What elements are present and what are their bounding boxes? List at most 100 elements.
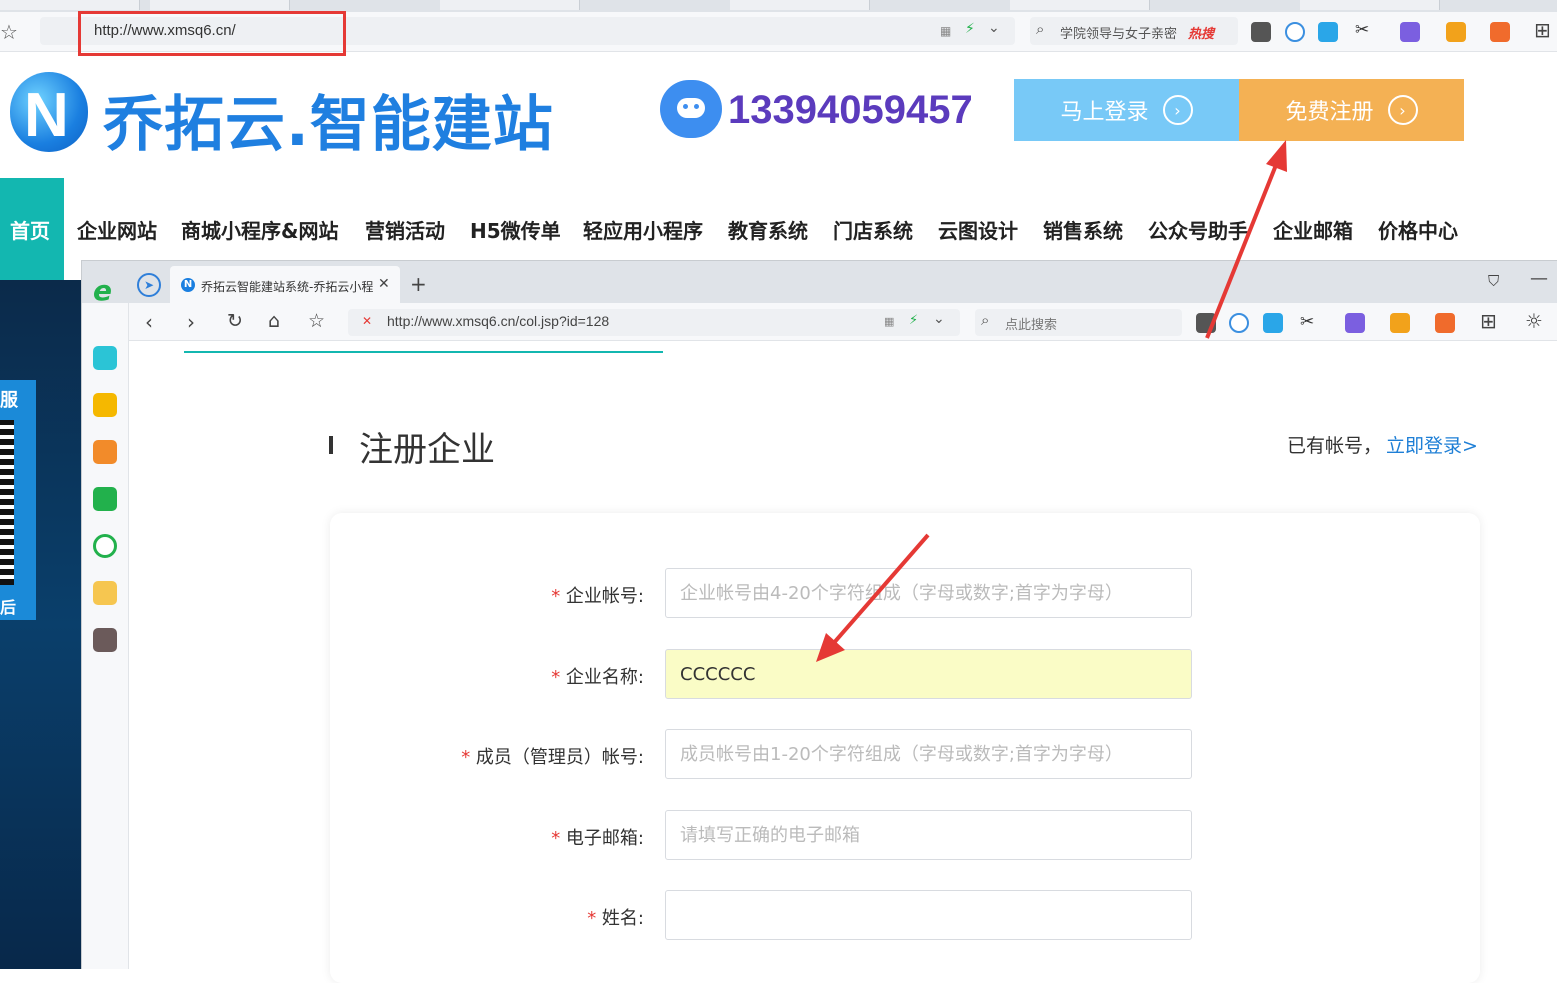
favorite-star-icon[interactable]: ☆ bbox=[0, 20, 18, 44]
lightning-icon[interactable]: ⚡ bbox=[909, 313, 918, 328]
nav-item-design[interactable]: 云图设计 bbox=[938, 215, 1018, 244]
back-tab[interactable] bbox=[1010, 0, 1150, 10]
nav-item-education[interactable]: 教育系统 bbox=[728, 215, 808, 244]
coupon-icon[interactable] bbox=[1446, 22, 1466, 42]
game-icon[interactable] bbox=[1435, 313, 1455, 333]
service-panel-label: 服 bbox=[0, 390, 18, 411]
home-icon[interactable]: ⌂ bbox=[268, 310, 280, 332]
qr-icon[interactable]: ▦ bbox=[884, 315, 894, 328]
close-icon[interactable]: ✕ bbox=[378, 276, 390, 292]
shirt-icon[interactable]: ⛉ bbox=[1488, 272, 1499, 290]
mail-icon[interactable] bbox=[93, 487, 117, 511]
scissors-icon[interactable]: ✂ bbox=[1300, 312, 1314, 332]
nav-item-wechat[interactable]: 公众号助手 bbox=[1148, 215, 1248, 244]
nav-item-sales[interactable]: 销售系统 bbox=[1043, 215, 1123, 244]
back-tab[interactable] bbox=[1300, 0, 1440, 10]
chevron-down-icon[interactable]: ⌄ bbox=[988, 20, 1000, 36]
have-account-text: 已有帐号， bbox=[1287, 435, 1383, 457]
reader-icon[interactable] bbox=[1251, 22, 1271, 42]
nav-item-lite-app[interactable]: 轻应用小程序 bbox=[583, 215, 703, 244]
grid-icon[interactable]: ⊞ bbox=[1480, 309, 1497, 333]
nav-item-enterprise-site[interactable]: 企业网站 bbox=[77, 215, 157, 244]
title-accent-bar bbox=[329, 436, 333, 454]
back-tab[interactable] bbox=[730, 0, 870, 10]
login-button[interactable]: 马上登录 › bbox=[1014, 79, 1239, 141]
game-icon[interactable] bbox=[1490, 22, 1510, 42]
field-label-admin-account: * 成员（管理员）帐号: bbox=[461, 743, 644, 769]
new-tab-icon[interactable]: + bbox=[410, 272, 427, 296]
company-account-input[interactable] bbox=[665, 568, 1192, 618]
minimize-icon[interactable]: — bbox=[1530, 268, 1548, 289]
coupon-icon[interactable] bbox=[1390, 313, 1410, 333]
nav-item-email[interactable]: 企业邮箱 bbox=[1273, 215, 1353, 244]
reader-icon[interactable] bbox=[1196, 313, 1216, 333]
nav-item-mall[interactable]: 商城小程序&网站 bbox=[181, 215, 338, 244]
nav-item-store[interactable]: 门店系统 bbox=[833, 215, 913, 244]
hot-badge: 热搜 bbox=[1188, 27, 1215, 42]
navigation-icon[interactable]: ➤ bbox=[137, 273, 161, 297]
field-label-company-name: * 企业名称: bbox=[551, 663, 644, 689]
nav-item-pricing[interactable]: 价格中心 bbox=[1378, 215, 1458, 244]
section-divider bbox=[184, 351, 663, 353]
login-link[interactable]: 立即登录> bbox=[1386, 431, 1478, 458]
customer-service-icon bbox=[660, 80, 722, 138]
required-mark: * bbox=[551, 667, 561, 688]
site-favicon-icon: N bbox=[181, 278, 195, 292]
nav-home-label: 首页 bbox=[10, 219, 50, 243]
field-label-text: 企业帐号: bbox=[565, 586, 644, 607]
insecure-icon[interactable]: ✕ bbox=[362, 314, 372, 328]
field-label-company-account: * 企业帐号: bbox=[551, 582, 644, 608]
star-favorites-icon[interactable] bbox=[93, 393, 117, 417]
back-search-hint: 学院领导与女子亲密 bbox=[1060, 27, 1178, 42]
field-label-name: * 姓名: bbox=[587, 904, 644, 930]
field-label-text: 姓名: bbox=[601, 908, 644, 929]
field-label-text: 企业名称: bbox=[565, 667, 644, 688]
nav-item-h5[interactable]: H5微传单 bbox=[470, 215, 561, 244]
favorite-star-icon[interactable]: ☆ bbox=[308, 310, 325, 332]
extension-icon[interactable] bbox=[1318, 22, 1338, 42]
extension-icon[interactable] bbox=[1263, 313, 1283, 333]
page-title: 注册企业 bbox=[359, 430, 495, 470]
back-tab[interactable] bbox=[150, 0, 290, 10]
game-avatar-icon[interactable] bbox=[93, 628, 117, 652]
weibo-icon[interactable] bbox=[93, 440, 117, 464]
back-tab[interactable] bbox=[0, 0, 140, 10]
field-label-text: 成员（管理员）帐号: bbox=[475, 747, 644, 768]
front-url-text: http://www.xmsq6.cn/col.jsp?id=128 bbox=[387, 313, 610, 329]
forward-arrow-icon[interactable]: › bbox=[187, 310, 195, 334]
logo-text[interactable]: 乔拓云.智能建站 bbox=[103, 76, 554, 163]
translate-icon[interactable] bbox=[1345, 313, 1365, 333]
game-avatar-icon[interactable] bbox=[93, 581, 117, 605]
company-name-input[interactable] bbox=[665, 649, 1192, 699]
admin-account-input[interactable] bbox=[665, 729, 1192, 779]
service-panel-label: 后 bbox=[0, 598, 17, 617]
medical-icon[interactable] bbox=[93, 346, 117, 370]
qr-code-image bbox=[0, 420, 14, 585]
refresh-icon[interactable]: ↻ bbox=[227, 310, 243, 332]
nav-item-marketing[interactable]: 营销活动 bbox=[365, 215, 445, 244]
register-button[interactable]: 免费注册 › bbox=[1239, 79, 1464, 141]
required-mark: * bbox=[551, 828, 561, 849]
front-tab-title: 乔拓云智能建站系统-乔拓云小程序 bbox=[201, 280, 373, 294]
required-mark: * bbox=[587, 908, 597, 929]
cloud-icon[interactable] bbox=[93, 534, 117, 558]
back-tab[interactable] bbox=[440, 0, 580, 10]
qr-icon[interactable]: ▦ bbox=[940, 24, 951, 38]
field-label-email: * 电子邮箱: bbox=[551, 824, 644, 850]
chevron-down-icon[interactable]: ⌄ bbox=[933, 311, 945, 327]
grid-icon[interactable]: ⊞ bbox=[1534, 18, 1551, 42]
minus-circle-icon[interactable] bbox=[1285, 22, 1305, 42]
phone-number: 13394059457 bbox=[728, 88, 973, 132]
back-arrow-icon[interactable]: ‹ bbox=[145, 310, 153, 334]
arrow-right-icon: › bbox=[1162, 95, 1193, 125]
required-mark: * bbox=[551, 586, 561, 607]
email-field[interactable] bbox=[665, 810, 1192, 860]
translate-icon[interactable] bbox=[1400, 22, 1420, 42]
lightning-icon[interactable]: ⚡ bbox=[965, 21, 975, 37]
minus-circle-icon[interactable] bbox=[1229, 313, 1249, 333]
register-button-label: 免费注册 bbox=[1285, 100, 1374, 125]
browser-logo-icon[interactable]: e bbox=[93, 274, 112, 307]
brightness-icon[interactable]: ☼ bbox=[1525, 309, 1543, 333]
scissors-icon[interactable]: ✂ bbox=[1355, 20, 1369, 40]
name-input[interactable] bbox=[665, 890, 1192, 940]
